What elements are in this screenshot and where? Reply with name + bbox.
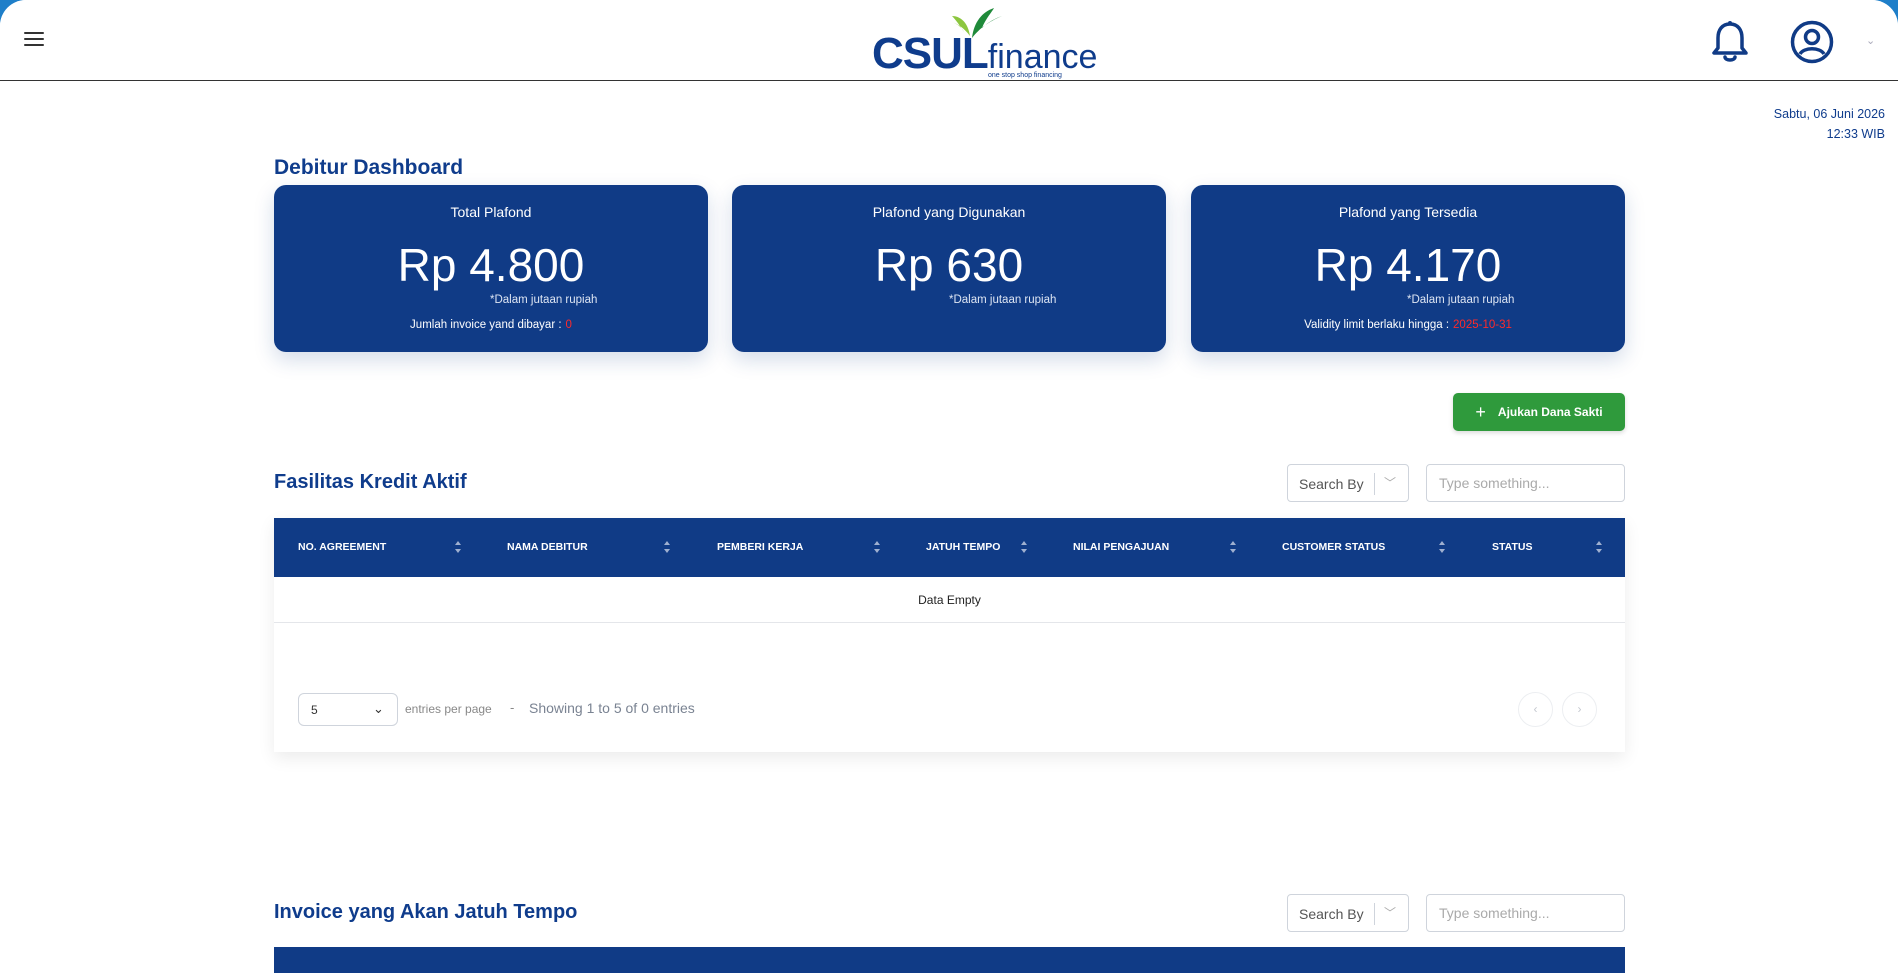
- user-circle-icon[interactable]: [1790, 20, 1834, 64]
- column-header-label: CUSTOMER STATUS: [1282, 541, 1386, 553]
- card-footer: Jumlah invoice yand dibayar :0: [274, 319, 708, 331]
- brand-tagline: one stop shop financing: [988, 72, 1062, 79]
- chevron-left-icon: ‹: [1533, 702, 1538, 716]
- card-footer-label: Jumlah invoice yand dibayar :: [410, 319, 562, 331]
- column-header-nilai-pengajuan[interactable]: NILAI PENGAJUAN: [1073, 518, 1169, 577]
- column-header-customer-status[interactable]: CUSTOMER STATUS: [1282, 518, 1385, 577]
- bell-icon[interactable]: [1710, 20, 1750, 64]
- sort-icon[interactable]: [1438, 540, 1446, 554]
- sort-icon[interactable]: [1020, 540, 1028, 554]
- ajukan-button-label: Ajukan Dana Sakti: [1497, 405, 1603, 419]
- sort-icon[interactable]: [873, 540, 881, 554]
- column-header-label: NAMA DEBITUR: [507, 541, 588, 553]
- card-footer-value: 0: [565, 319, 572, 331]
- column-header-pemberi-kerja[interactable]: PEMBERI KERJA: [717, 518, 803, 577]
- app-frame: CSULfinance one stop shop financing ⌄ Sa…: [0, 0, 1898, 973]
- ajukan-dana-sakti-button[interactable]: + Ajukan Dana Sakti: [1453, 393, 1625, 431]
- entries-per-page-label: entries per page: [405, 702, 492, 716]
- next-page-button[interactable]: ›: [1562, 692, 1597, 727]
- column-header-label: PEMBERI KERJA: [717, 541, 804, 553]
- sort-icon[interactable]: [1595, 540, 1603, 554]
- invoice-search-input[interactable]: [1426, 894, 1625, 932]
- column-header-nama-debitur[interactable]: NAMA DEBITUR: [507, 518, 588, 577]
- column-header-label: STATUS: [1492, 541, 1533, 553]
- card-plafond-tersedia: Plafond yang Tersedia Rp 4.170 *Dalam ju…: [1191, 185, 1625, 352]
- invoice-table-header: [274, 947, 1625, 973]
- search-by-select[interactable]: Search By ﹀: [1287, 464, 1409, 502]
- brand-logo[interactable]: CSULfinance one stop shop financing: [872, 4, 1097, 80]
- card-footer: Validity limit berlaku hingga :2025-10-3…: [1191, 319, 1625, 331]
- column-header-label: NO. AGREEMENT: [298, 541, 387, 553]
- column-header-status[interactable]: STATUS: [1492, 518, 1532, 577]
- fasilitas-table: NO. AGREEMENT NAMA DEBITUR PEMBERI KERJA…: [274, 518, 1625, 752]
- card-note: *Dalam jutaan rupiah: [1407, 294, 1515, 306]
- entries-separator: -: [510, 700, 515, 715]
- column-header-no-agreement[interactable]: NO. AGREEMENT: [298, 518, 386, 577]
- hamburger-icon[interactable]: [24, 32, 44, 47]
- pagination-info: Showing 1 to 5 of 0 entries: [529, 700, 695, 716]
- datetime-display: Sabtu, 06 Juni 2026 12:33 WIB: [1774, 104, 1885, 144]
- sort-icon[interactable]: [1229, 540, 1237, 554]
- plus-icon: +: [1475, 402, 1486, 422]
- invoice-search-by-select[interactable]: Search By ﹀: [1287, 894, 1409, 932]
- card-value: Rp 630: [874, 239, 1024, 291]
- card-title: Plafond yang Tersedia: [1338, 204, 1478, 220]
- card-title: Total Plafond: [450, 204, 532, 220]
- card-value: Rp 4.170: [1314, 239, 1502, 291]
- card-footer-value: 2025-10-31: [1453, 319, 1512, 331]
- sort-icon[interactable]: [454, 540, 462, 554]
- select-divider: [1374, 473, 1375, 495]
- chevron-down-icon: ﹀: [1384, 906, 1397, 920]
- page-title: Debitur Dashboard: [274, 156, 464, 179]
- current-date: Sabtu, 06 Juni 2026: [1773, 107, 1885, 121]
- sort-icon[interactable]: [663, 540, 671, 554]
- empty-state-row: Data Empty: [274, 577, 1625, 623]
- chevron-down-icon: ﹀: [1384, 476, 1397, 490]
- card-total-plafond: Total Plafond Rp 4.800 *Dalam jutaan rup…: [274, 185, 708, 352]
- card-footer-label: Validity limit berlaku hingga :: [1304, 319, 1450, 331]
- top-navbar: CSULfinance one stop shop financing ⌄: [0, 0, 1898, 81]
- card-plafond-digunakan: Plafond yang Digunakan Rp 630 *Dalam jut…: [732, 185, 1166, 352]
- brand-name-main: CSUL: [872, 29, 989, 78]
- card-note: *Dalam jutaan rupiah: [949, 294, 1057, 306]
- brand-name: CSULfinance: [872, 32, 1097, 76]
- search-input[interactable]: [1426, 464, 1625, 502]
- table-header: NO. AGREEMENT NAMA DEBITUR PEMBERI KERJA…: [274, 518, 1625, 577]
- current-time: 12:33 WIB: [1826, 127, 1885, 141]
- chevron-right-icon: ›: [1577, 702, 1582, 716]
- entries-per-page-value: 5: [311, 703, 318, 717]
- search-by-label: Search By: [1299, 476, 1364, 492]
- section-title-fasilitas: Fasilitas Kredit Aktif: [274, 471, 467, 493]
- brand-name-sub: finance: [987, 38, 1098, 76]
- search-by-label: Search By: [1299, 906, 1364, 922]
- column-header-jatuh-tempo[interactable]: JATUH TEMPO: [926, 518, 1000, 577]
- entries-per-page-select[interactable]: 5 ⌄: [298, 693, 398, 726]
- card-value: Rp 4.800: [397, 239, 585, 291]
- column-header-label: NILAI PENGAJUAN: [1073, 541, 1170, 553]
- chevron-down-icon[interactable]: ⌄: [1866, 34, 1875, 47]
- column-header-label: JATUH TEMPO: [926, 541, 1001, 553]
- prev-page-button[interactable]: ‹: [1518, 692, 1553, 727]
- select-divider: [1374, 903, 1375, 925]
- card-note: *Dalam jutaan rupiah: [490, 294, 598, 306]
- card-title: Plafond yang Digunakan: [872, 204, 1026, 220]
- chevron-down-icon: ⌄: [373, 701, 384, 716]
- section-title-invoice: Invoice yang Akan Jatuh Tempo: [274, 901, 578, 923]
